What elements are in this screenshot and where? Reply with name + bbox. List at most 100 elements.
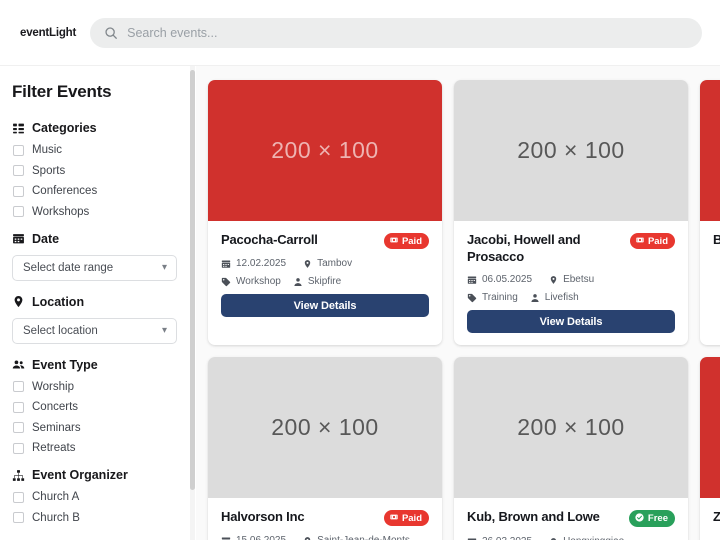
event-location-value: Hongxingqiao — [563, 536, 624, 540]
event-card[interactable]: 200 × 100 Zu — [700, 357, 720, 540]
event-card-body: Kub, Brown and Lowe Free 26.03.2025 Hongxin… — [454, 498, 688, 540]
calendar-icon — [12, 232, 25, 245]
event-organizer: Skipfire — [293, 276, 341, 287]
filter-group-header: Date — [12, 232, 180, 246]
filter-option-label: Seminars — [32, 421, 81, 434]
app-logo[interactable]: eventLight — [20, 27, 76, 39]
event-title: Halvorson Inc — [221, 509, 305, 525]
event-category: Workshop — [221, 276, 281, 287]
status-badge: Paid — [629, 233, 675, 249]
event-card[interactable]: 200 × 100 Pacocha-Carroll Paid 12.02.2025 Ta… — [208, 80, 442, 346]
filter-group-label: Categories — [32, 121, 97, 135]
event-card[interactable]: 200 × 100 Halvorson Inc Paid 15.06.2025 Sain… — [208, 357, 442, 540]
filter-select-value: Select location — [23, 324, 98, 337]
sidebar-scrollbar-thumb[interactable] — [190, 70, 195, 490]
event-card[interactable]: 200 × 100 Jacobi, Howell and Prosacco Paid… — [454, 80, 688, 346]
event-category-value: Workshop — [236, 276, 281, 287]
checkbox[interactable] — [13, 185, 24, 197]
filter-group-location: Location Select location ▾ — [12, 295, 180, 344]
status-badge: Paid — [383, 233, 429, 249]
filter-group-event-organizer: Event Organizer Church A Church B — [12, 468, 180, 524]
event-image-placeholder: 200 × 100 — [700, 357, 720, 499]
filter-option-sports[interactable]: Sports — [12, 165, 180, 177]
checkbox[interactable] — [13, 422, 24, 433]
event-date: 06.05.2025 — [467, 274, 532, 285]
checkbox[interactable] — [13, 491, 24, 503]
checkbox[interactable] — [13, 512, 24, 523]
event-image-placeholder: 200 × 100 — [454, 80, 688, 221]
filter-option-conferences[interactable]: Conferences — [12, 185, 180, 197]
tag-icon — [221, 277, 231, 287]
event-card-header: Pacocha-Carroll Paid — [221, 232, 429, 249]
event-organizer: Livefish — [530, 292, 579, 303]
event-date-value: 06.05.2025 — [482, 274, 533, 286]
page-body: Filter Events Categories Music Sports Confe… — [0, 66, 720, 540]
filter-select-date[interactable]: Select date range ▾ — [12, 254, 177, 281]
filter-option-workshops[interactable]: Workshops — [12, 206, 180, 218]
filter-option-label: Concerts — [32, 401, 79, 413]
event-date: 26.03.2025 — [467, 536, 532, 540]
status-badge-label: Free — [647, 513, 668, 525]
event-organizer-value: Livefish — [544, 292, 579, 304]
filter-option-concerts[interactable]: Concerts — [12, 401, 180, 413]
view-details-button[interactable]: View Details — [467, 310, 675, 334]
filter-option-music[interactable]: Music — [12, 144, 180, 156]
event-image-placeholder: 200 × 100 — [208, 80, 442, 221]
event-card[interactable]: 200 × 100 Kub, Brown and Lowe Free 26.03.20… — [454, 357, 688, 540]
search-bar[interactable] — [90, 17, 702, 48]
filter-group-event-type: Event Type Worship Concerts Seminars Retreat… — [12, 357, 180, 454]
filter-option-worship[interactable]: Worship — [12, 381, 180, 393]
chevron-down-icon: ▾ — [161, 261, 167, 273]
event-location: Ebetsu — [549, 274, 594, 285]
event-location-value: Tambov — [317, 258, 353, 269]
checkbox[interactable] — [13, 442, 24, 454]
filter-option-church-a[interactable]: Church A — [12, 491, 180, 503]
filter-option-retreats[interactable]: Retreats — [12, 442, 180, 454]
event-image-placeholder: 200 × 100 — [454, 357, 688, 499]
filter-sidebar: Filter Events Categories Music Sports Confe… — [0, 66, 196, 540]
event-location-value: Ebetsu — [563, 274, 595, 286]
filter-option-label: Workshops — [32, 205, 90, 218]
checkbox[interactable] — [13, 401, 24, 413]
event-location-value: Saint-Jean-de-Monts — [317, 535, 410, 540]
filter-option-label: Retreats — [32, 442, 76, 454]
event-card-header: Zu — [713, 509, 720, 526]
filter-option-seminars[interactable]: Seminars — [12, 422, 180, 434]
filter-option-label: Conferences — [32, 185, 98, 197]
search-input[interactable] — [127, 25, 688, 40]
filter-option-label: Church B — [32, 511, 80, 524]
filter-group-categories: Categories Music Sports Conferences Workshop… — [12, 121, 180, 218]
event-card[interactable]: 200 × 100 Br — [700, 80, 720, 346]
event-card-header: Jacobi, Howell and Prosacco Paid — [467, 232, 675, 265]
event-title: Jacobi, Howell and Prosacco — [467, 232, 581, 264]
event-meta-row-primary: 12.02.2025 Tambov — [221, 258, 429, 269]
event-date: 15.06.2025 — [221, 535, 286, 540]
filter-select-value: Select date range — [23, 261, 114, 274]
filter-group-label: Event Type — [32, 357, 98, 372]
status-badge-label: Paid — [401, 235, 422, 247]
event-card-body: Jacobi, Howell and Prosacco Paid 06.05.202… — [454, 221, 688, 345]
money-bill-icon — [390, 236, 398, 247]
event-location: Saint-Jean-de-Monts — [303, 535, 410, 540]
check-circle-icon — [635, 513, 644, 525]
app-root: eventLight Filter Events Categories Music… — [0, 0, 720, 540]
event-card-body: Zu — [700, 498, 720, 540]
filter-select-location[interactable]: Select location ▾ — [12, 317, 177, 344]
event-organizer-value: Skipfire — [307, 276, 342, 287]
filter-group-list: Categories Music Sports Conferences Workshop… — [12, 121, 180, 524]
event-date-value: 15.06.2025 — [236, 535, 286, 540]
person-icon — [530, 293, 540, 303]
event-card-header: Br — [713, 232, 720, 249]
filter-option-church-b[interactable]: Church B — [12, 512, 180, 524]
card-calendar-icon — [221, 536, 231, 540]
event-card-body: Halvorson Inc Paid 15.06.2025 Saint-Jean-de… — [208, 498, 442, 540]
checkbox[interactable] — [13, 206, 24, 217]
event-title: Br — [713, 232, 720, 247]
event-card-header: Kub, Brown and Lowe Free — [467, 509, 675, 528]
search-icon — [104, 26, 118, 40]
checkbox[interactable] — [13, 165, 24, 176]
checkbox[interactable] — [13, 381, 24, 392]
event-location: Hongxingqiao — [549, 536, 624, 540]
checkbox[interactable] — [13, 144, 24, 156]
view-details-button[interactable]: View Details — [221, 294, 429, 317]
